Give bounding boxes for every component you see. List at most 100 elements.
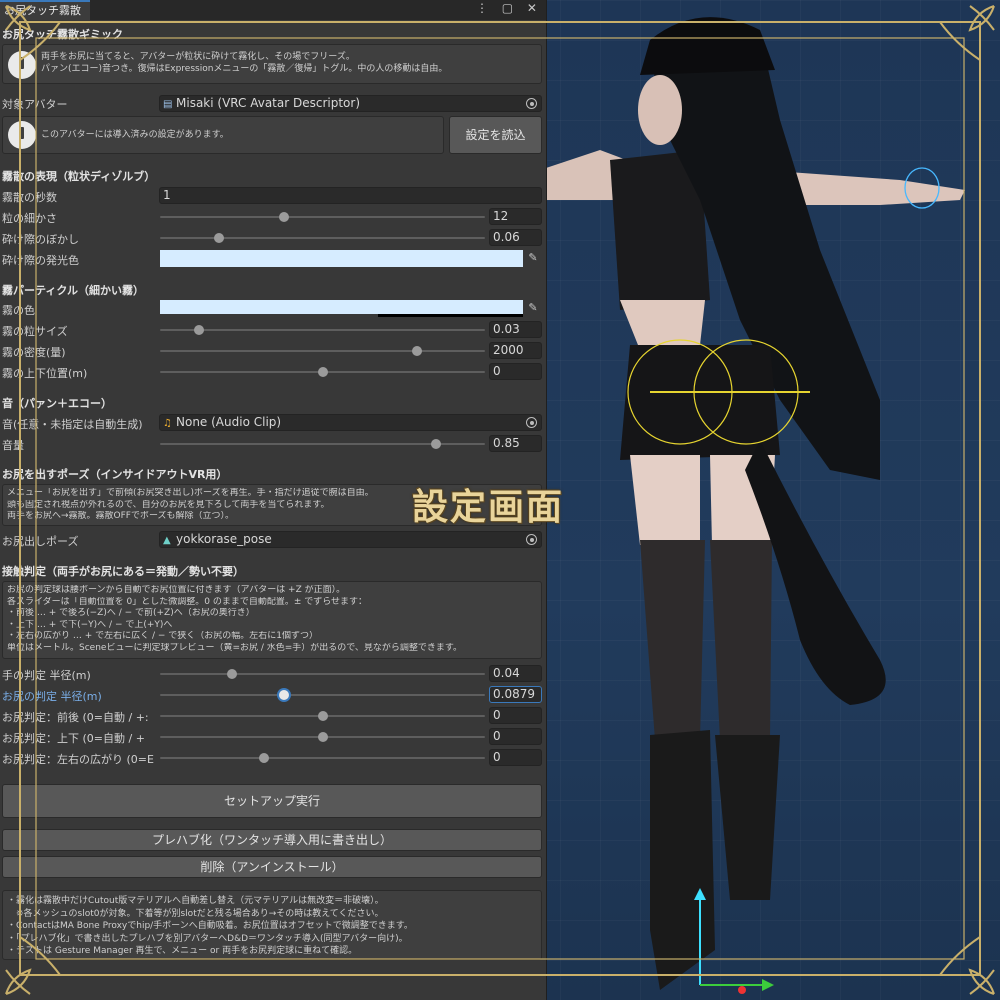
setup-button[interactable]: セットアップ実行 — [2, 784, 542, 818]
fog-height-slider[interactable] — [160, 367, 485, 377]
offset-up-down-label: お尻判定：上下 (0=自動 / + — [2, 732, 145, 745]
offset-up-down-value-field[interactable]: 0 — [489, 728, 542, 745]
volume-slider[interactable] — [160, 439, 485, 449]
offset-front-back-value-field[interactable]: 0 — [489, 707, 542, 724]
avatar-object-field[interactable]: ▤ Misaki (VRC Avatar Descriptor) — [159, 95, 542, 112]
left-stocking — [640, 540, 705, 740]
audio-clip-label: 音(任意・未指定は自動生成) — [2, 418, 143, 431]
fog-color-field[interactable] — [160, 300, 523, 317]
right-boot — [715, 735, 780, 900]
help-line: ・テストは Gesture Manager 再生で、メニュー or 両手をお尻判… — [7, 946, 358, 956]
alpha-bar — [378, 314, 523, 317]
sound-header: 音（パァン＋エコー） — [2, 397, 112, 410]
blur-value-field[interactable]: 0.06 — [489, 229, 542, 246]
slider-thumb[interactable] — [259, 753, 269, 763]
fog-density-value-field[interactable]: 2000 — [489, 342, 542, 359]
tab-bar: お尻タッチ霧散 ⋮ ▢ ✕ — [0, 0, 546, 20]
audio-clip-value: None (Audio Clip) — [176, 415, 282, 429]
window-tab[interactable]: お尻タッチ霧散 — [0, 0, 90, 20]
audio-clip-icon: ♫ — [163, 418, 172, 429]
footer-help-box: ・霧化は霧散中だけCutout版マテリアルへ自動差し替え（元マテリアルは無改変＝… — [2, 890, 542, 960]
audio-clip-field[interactable]: ♫ None (Audio Clip) — [159, 414, 542, 431]
avatar-field-value: Misaki (VRC Avatar Descriptor) — [176, 96, 361, 110]
slider-thumb[interactable] — [278, 212, 289, 222]
fog-height-label: 霧の上下位置(m) — [2, 367, 88, 380]
help-line: ・「プレハブ化」で書き出したプレハブを別アバターへD&D＝ワンタッチ導入(同型ア… — [7, 933, 408, 944]
fog-color-swatch[interactable] — [160, 300, 523, 314]
eyedropper-icon[interactable]: ✎ — [525, 250, 541, 266]
hand-radius-slider[interactable] — [160, 669, 485, 679]
help-line: ・左右の広がり … + で左右に広く / − で狭く（お尻の幅。左右に1個ずつ） — [7, 631, 319, 641]
gizmo-x-arrow[interactable] — [762, 979, 774, 991]
fog-size-label: 霧の粒サイズ — [2, 325, 68, 338]
offset-left-right-slider[interactable] — [160, 753, 485, 763]
avatar-notice-box: このアバターには導入済みの設定があります。 — [2, 116, 444, 154]
offset-front-back-slider[interactable] — [160, 711, 485, 721]
eyedropper-icon[interactable]: ✎ — [525, 300, 541, 316]
right-stocking — [710, 540, 772, 740]
fog-size-slider[interactable] — [160, 325, 485, 335]
glow-color-swatch[interactable] — [160, 250, 523, 267]
settings-screen-caption: 設定画面 — [412, 486, 565, 528]
blur-slider[interactable] — [160, 233, 485, 243]
pose-field-value: yokkorase_pose — [176, 532, 272, 546]
slider-thumb[interactable] — [317, 732, 328, 742]
butt-radius-value-field[interactable]: 0.0879 — [489, 686, 542, 703]
prefab-button[interactable]: プレハブ化（ワンタッチ導入用に書き出し） — [2, 829, 542, 851]
contact-header: 接触判定（両手がお尻にある＝発動／勢い不要） — [2, 565, 244, 578]
load-settings-button[interactable]: 設定を読込 — [449, 116, 542, 154]
glow-color-field[interactable] — [160, 250, 523, 267]
dissolve-seconds-field[interactable]: 1 — [159, 187, 542, 204]
cap — [640, 17, 775, 75]
slider-thumb[interactable] — [213, 233, 224, 243]
slider-thumb[interactable] — [431, 439, 442, 449]
help-line: ・前後 … + で後ろ(−Z)へ / − で前(+Z)へ（お尻の奥行き） — [7, 608, 255, 618]
slider-thumb[interactable] — [226, 669, 237, 679]
pose-header: お尻を出すポーズ（インサイドアウトVR用） — [2, 468, 228, 481]
fog-density-label: 霧の密度(量) — [2, 346, 66, 359]
uninstall-button[interactable]: 削除（アンインストール） — [2, 856, 542, 878]
fog-size-value-field[interactable]: 0.03 — [489, 321, 542, 338]
offset-up-down-slider[interactable] — [160, 732, 485, 742]
gizmo-z-handle[interactable] — [738, 986, 746, 994]
grain-slider[interactable] — [160, 212, 485, 222]
pose-object-field[interactable]: ▲ yokkorase_pose — [159, 531, 542, 548]
left-thigh — [630, 455, 700, 545]
help-line: パァン(エコー)音つき。復帰はExpressionメニューの「霧散／復帰」トグル… — [41, 64, 448, 74]
pose-label: お尻出しポーズ — [2, 535, 79, 548]
slider-thumb[interactable] — [194, 325, 204, 335]
help-line: ・霧化は霧散中だけCutout版マテリアルへ自動差し替え（元マテリアルは無改変＝… — [7, 896, 384, 906]
slider-thumb[interactable] — [278, 690, 289, 700]
help-line: 単位はメートル。Sceneビューに判定球プレビュー（黄=お尻 / 水色=手）が出… — [7, 642, 463, 653]
fog-height-value-field[interactable]: 0 — [489, 363, 542, 380]
main-title: お尻タッチ霧散ギミック — [2, 28, 123, 41]
help-line: 各スライダーは「自動位置を 0」とした微調整。0 のままで自動配置。± でずらせ… — [7, 596, 368, 607]
grain-value-field[interactable]: 12 — [489, 208, 542, 225]
left-boot — [650, 730, 715, 990]
animation-clip-icon: ▲ — [163, 535, 171, 546]
object-picker-icon[interactable] — [526, 534, 537, 545]
help-line: ・上下 … + で下(−Y)へ / − で上(+Y)へ — [7, 619, 173, 630]
butt-radius-slider[interactable] — [160, 690, 485, 700]
hand-radius-value-field[interactable]: 0.04 — [489, 665, 542, 682]
intro-help-box: 両手をお尻に当てると、アバターが粒状に砕けて霧化し、その場でフリーズ。 パァン(… — [2, 44, 542, 84]
glow-color-label: 砕け際の発光色 — [2, 254, 79, 267]
offset-front-back-label: お尻判定：前後 (0=自動 / +: — [2, 711, 149, 724]
slider-thumb[interactable] — [317, 367, 328, 377]
offset-left-right-value-field[interactable]: 0 — [489, 749, 542, 766]
info-icon — [8, 51, 36, 79]
object-picker-icon[interactable] — [526, 98, 537, 109]
blur-label: 砕け際のぼかし — [2, 233, 79, 246]
hand-radius-label: 手の判定 半径(m) — [2, 669, 91, 682]
volume-value-field[interactable]: 0.85 — [489, 435, 542, 452]
offset-left-right-label: お尻判定：左右の広がり (0=E — [2, 753, 154, 766]
object-picker-icon[interactable] — [526, 417, 537, 428]
slider-thumb[interactable] — [317, 711, 328, 721]
head — [638, 75, 682, 145]
help-line: お尻の判定球は腰ボーンから自動でお尻位置に付きます（アバターは +Z が正面）。 — [7, 585, 346, 595]
contact-help-box: お尻の判定球は腰ボーンから自動でお尻位置に付きます（アバターは +Z が正面）。… — [2, 581, 542, 659]
window-controls[interactable]: ⋮ ▢ ✕ — [476, 1, 542, 15]
slider-thumb[interactable] — [411, 346, 422, 356]
fog-density-slider[interactable] — [160, 346, 485, 356]
avatar-label: 対象アバター — [2, 98, 68, 111]
